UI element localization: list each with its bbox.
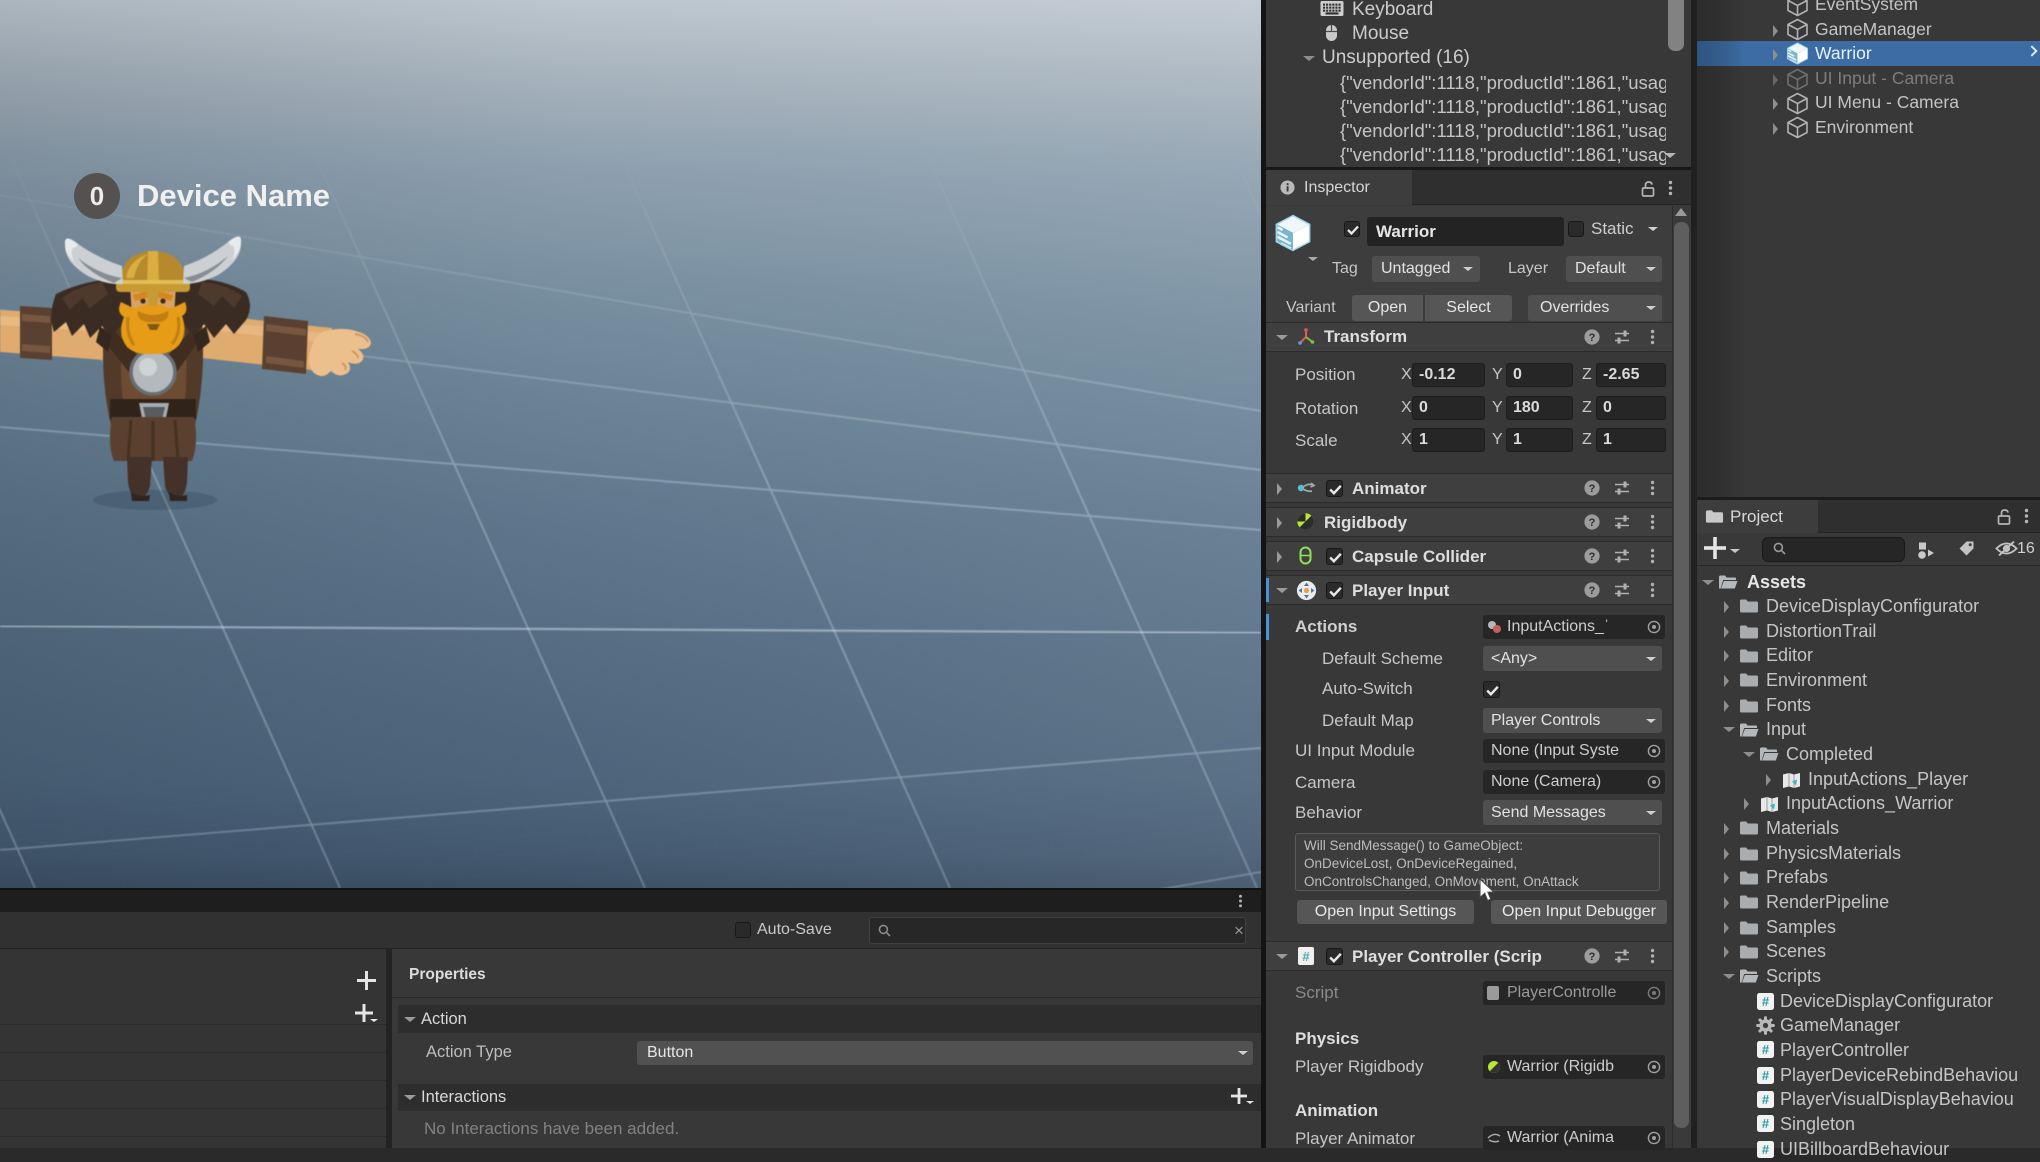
svg-text:?: ? xyxy=(1589,585,1596,597)
svg-text:#: # xyxy=(1302,949,1310,964)
svg-text:?: ? xyxy=(1589,517,1596,529)
svg-text:#: # xyxy=(1762,1142,1770,1157)
svg-text:#: # xyxy=(1762,994,1770,1009)
svg-text:?: ? xyxy=(1589,332,1596,344)
svg-text:#: # xyxy=(1762,1116,1770,1131)
svg-text:?: ? xyxy=(1589,551,1596,563)
svg-text:?: ? xyxy=(1589,483,1596,495)
svg-text:#: # xyxy=(1762,1068,1770,1083)
svg-text:#: # xyxy=(1762,1042,1770,1057)
svg-text:?: ? xyxy=(1589,951,1596,963)
svg-text:#: # xyxy=(1762,1092,1770,1107)
